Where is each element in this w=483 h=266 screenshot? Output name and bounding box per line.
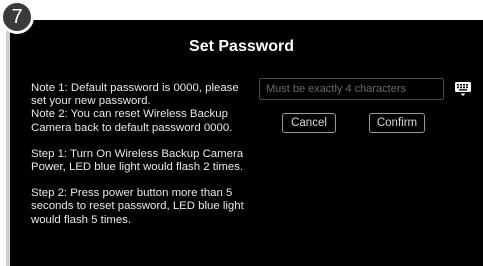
keyboard-hide-icon (455, 82, 471, 96)
step2-paragraph: Step 2: Press power button more than 5 s… (31, 187, 244, 226)
screenshot-frame: 7 Set Password Note 1: Default password … (0, 0, 483, 266)
cancel-button[interactable]: Cancel (282, 113, 336, 133)
top-margin (0, 0, 483, 20)
note-paragraph: Note 1: Default password is 0000, please… (31, 82, 239, 134)
password-input[interactable] (259, 78, 444, 100)
dialog-title: Set Password (189, 38, 294, 55)
confirm-button[interactable]: Confirm (369, 113, 425, 133)
instructions-text: Note 1: Default password is 0000, please… (31, 82, 261, 227)
step1-paragraph: Step 1: Turn On Wireless Backup Camera P… (31, 147, 244, 174)
keyboard-hide-button[interactable] (453, 79, 473, 99)
step-number-badge: 7 (0, 0, 34, 34)
